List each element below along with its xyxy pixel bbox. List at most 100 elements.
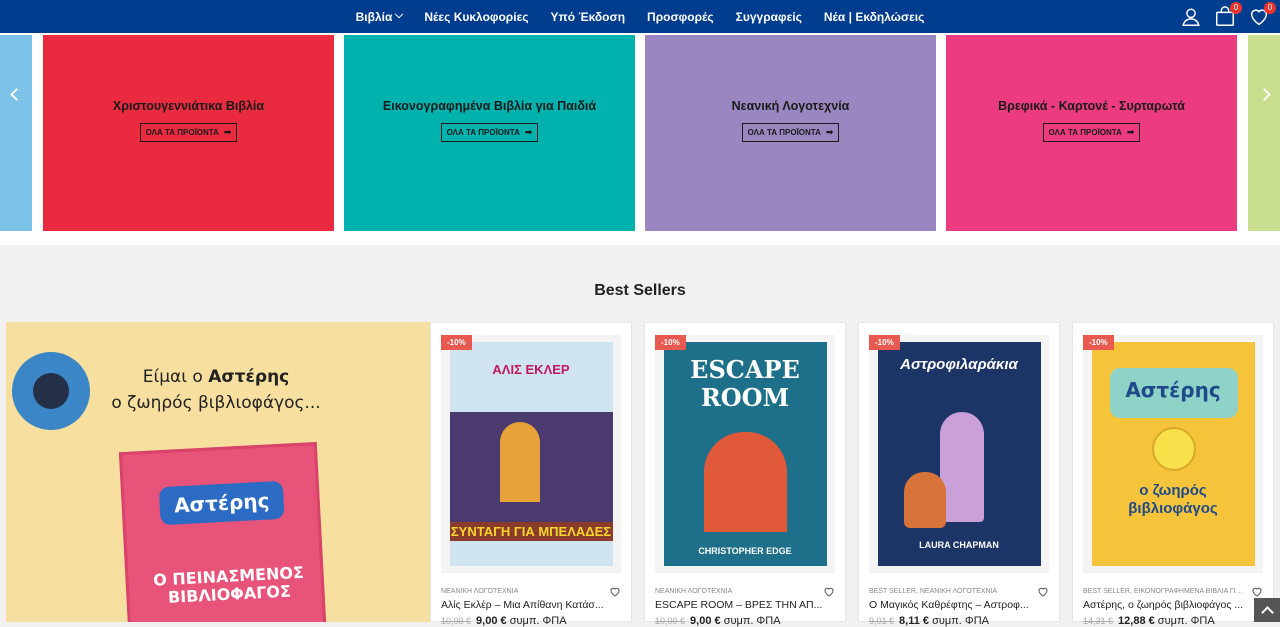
product-price: 10,00 € 9,00 € συμπ. ΦΠΑ <box>655 615 781 627</box>
category-tile-illustrated[interactable]: Εικονογραφημένα Βιβλία για Παιδιά ΟΛΑ ΤΑ… <box>344 35 635 231</box>
category-tile-baby[interactable]: Βρεφικά - Καρτονέ - Συρταρωτά ΟΛΑ ΤΑ ΠΡΟ… <box>946 35 1237 231</box>
chevron-down-icon <box>395 9 404 18</box>
current-price: 9,00 € <box>690 615 721 627</box>
wishlist-heart-icon[interactable] <box>1037 585 1049 597</box>
header-icons: 0 0 <box>1180 0 1276 33</box>
promo-name: Αστέρης <box>208 367 290 387</box>
product-price: 9,01 € 8,11 € συμπ. ΦΠΑ <box>869 615 989 627</box>
all-products-button[interactable]: ΟΛΑ ΤΑ ΠΡΟΪΟΝΤΑ ➡ <box>741 123 840 142</box>
button-label: ΟΛΑ ΤΑ ΠΡΟΪΟΝΤΑ <box>747 128 821 137</box>
promo-book-cover: Αστέρης Ο ΠΕΙΝΑΣΜΕΝΟΣ ΒΙΒΛΙΟΦΑΓΟΣ <box>118 441 328 622</box>
old-price: 9,01 € <box>869 616 895 626</box>
button-label: ΟΛΑ ΤΑ ΠΡΟΪΟΝΤΑ <box>1048 128 1122 137</box>
product-category[interactable]: BEST SELLER, ΝΕΑΝΙΚΗ ΛΟΓΟΤΕΧΝΙΑ <box>869 588 1029 595</box>
promo-book-subtitle: Ο ΠΕΙΝΑΣΜΕΝΟΣ ΒΙΒΛΙΟΦΑΓΟΣ <box>152 562 305 607</box>
cover-title-text: ESCAPE ROOM <box>690 355 800 412</box>
account-icon[interactable] <box>1180 6 1202 28</box>
old-price: 10,00 € <box>441 616 472 626</box>
product-card[interactable]: -10% ESCAPE ROOM CHRISTOPHER EDGE ΝΕΑΝΙΚ… <box>644 322 846 627</box>
product-image[interactable]: Αστροφιλαράκια LAURA CHAPMAN <box>869 335 1049 573</box>
product-card[interactable]: -10% ΑΛΙΣ ΕΚΛΕΡ ΣΥΝΤΑΓΗ ΓΙΑ ΜΠΕΛΑΔΕΣ ΝΕΑ… <box>430 322 632 627</box>
product-title[interactable]: Ο Μαγικός Καθρέφτης – Αστροφ... <box>869 599 1039 611</box>
category-title: Βρεφικά - Καρτονέ - Συρταρωτά <box>998 99 1185 113</box>
product-category[interactable]: ΝΕΑΝΙΚΗ ΛΟΓΟΤΕΧΝΙΑ <box>655 588 815 595</box>
category-tile-young-adult[interactable]: Νεανική Λογοτεχνία ΟΛΑ ΤΑ ΠΡΟΪΟΝΤΑ ➡ <box>645 35 936 231</box>
cover-author-text: LAURA CHAPMAN <box>919 540 999 550</box>
product-image[interactable]: ΑΛΙΣ ΕΚΛΕΡ ΣΥΝΤΑΓΗ ΓΙΑ ΜΠΕΛΑΔΕΣ <box>441 335 621 573</box>
current-price: 8,11 € <box>899 615 930 627</box>
product-category[interactable]: BEST SELLER, ΕΙΚΟΝΟΓΡΑΦΗΜΕΝΑ ΒΙΒΛΙΑ ΓΙΑ.… <box>1083 588 1243 595</box>
product-title[interactable]: Αστέρης, ο ζωηρός βιβλιοφάγος ... <box>1083 599 1253 611</box>
scroll-to-top-button[interactable] <box>1254 598 1280 622</box>
promo-banner[interactable]: Είμαι ο Αστέρης ο ζωηρός βιβλιοφάγος... … <box>6 322 430 622</box>
category-tile-christmas[interactable]: Χριστουγεννιάτικα Βιβλία ΟΛΑ ΤΑ ΠΡΟΪΟΝΤΑ… <box>43 35 334 231</box>
arrow-right-icon: ➡ <box>825 127 834 137</box>
arrow-right-icon: ➡ <box>524 127 533 137</box>
category-title: Χριστουγεννιάτικα Βιβλία <box>112 99 265 113</box>
seal-badge-icon <box>12 352 90 430</box>
discount-badge: -10% <box>1083 335 1114 350</box>
category-slider: Χριστουγεννιάτικα Βιβλία ΟΛΑ ΤΑ ΠΡΟΪΟΝΤΑ… <box>0 33 1280 245</box>
main-menu: Βιβλία Νέες Κυκλοφορίες Υπό Έκδοση Προσφ… <box>0 0 1280 33</box>
old-price: 10,00 € <box>655 616 686 626</box>
category-title: Νεανική Λογοτεχνία <box>731 99 850 113</box>
product-category[interactable]: ΝΕΑΝΙΚΗ ΛΟΓΟΤΕΧΝΙΑ <box>441 588 601 595</box>
cover-title-text: ΣΥΝΤΑΓΗ ΓΙΑ ΜΠΕΛΑΔΕΣ <box>449 522 613 541</box>
wishlist-heart-icon[interactable] <box>609 585 621 597</box>
all-products-button[interactable]: ΟΛΑ ΤΑ ΠΡΟΪΟΝΤΑ ➡ <box>139 123 238 142</box>
nav-item-offers[interactable]: Προσφορές <box>647 10 714 24</box>
promo-text: Είμαι ο Αστέρης ο ζωηρός βιβλιοφάγος... <box>106 364 326 416</box>
current-price: 12,88 € <box>1118 615 1155 627</box>
product-card[interactable]: -10% Αστέρης ο ζωηρός βιβλιοφάγος BEST S… <box>1072 322 1274 627</box>
tax-note: συμπ. ΦΠΑ <box>1157 615 1215 627</box>
arrow-right-icon: ➡ <box>223 127 232 137</box>
button-label: ΟΛΑ ΤΑ ΠΡΟΪΟΝΤΑ <box>446 128 520 137</box>
nav-item-upcoming[interactable]: Υπό Έκδοση <box>551 10 626 24</box>
cover-title-text: Αστροφιλαράκια <box>900 356 1018 373</box>
all-products-button[interactable]: ΟΛΑ ΤΑ ΠΡΟΪΟΝΤΑ ➡ <box>1042 123 1141 142</box>
slide-peek-right <box>1248 35 1280 231</box>
product-image[interactable]: Αστέρης ο ζωηρός βιβλιοφάγος <box>1083 335 1263 573</box>
old-price: 14,31 € <box>1083 616 1114 626</box>
wishlist-count-badge: 0 <box>1264 1 1276 14</box>
tax-note: συμπ. ΦΠΑ <box>723 615 781 627</box>
cover-top-text: Αστέρης <box>1125 378 1221 402</box>
nav-item-new-releases[interactable]: Νέες Κυκλοφορίες <box>424 10 528 24</box>
nav-item-books[interactable]: Βιβλία <box>355 9 404 24</box>
promo-line2: ο ζωηρός βιβλιοφάγος... <box>111 393 321 413</box>
current-price: 9,00 € <box>476 615 507 627</box>
tax-note: συμπ. ΦΠΑ <box>509 615 567 627</box>
cover-author-text: CHRISTOPHER EDGE <box>698 546 792 556</box>
nav-item-authors[interactable]: Συγγραφείς <box>736 10 802 24</box>
product-title[interactable]: Αλίς Εκλέρ – Μια Απίθανη Κατάσ... <box>441 599 611 611</box>
button-label: ΟΛΑ ΤΑ ΠΡΟΪΟΝΤΑ <box>145 128 219 137</box>
product-carousel: -10% ΑΛΙΣ ΕΚΛΕΡ ΣΥΝΤΑΓΗ ΓΙΑ ΜΠΕΛΑΔΕΣ ΝΕΑ… <box>430 322 1280 627</box>
product-image[interactable]: ESCAPE ROOM CHRISTOPHER EDGE <box>655 335 835 573</box>
wishlist-heart-icon[interactable] <box>823 585 835 597</box>
discount-badge: -10% <box>441 335 472 350</box>
wishlist-heart-icon[interactable] <box>1251 585 1263 597</box>
product-card[interactable]: -10% Αστροφιλαράκια LAURA CHAPMAN BEST S… <box>858 322 1060 627</box>
discount-badge: -10% <box>869 335 900 350</box>
section-title-best-sellers: Best Sellers <box>594 282 686 299</box>
product-price: 10,00 € 9,00 € συμπ. ΦΠΑ <box>441 615 567 627</box>
category-title: Εικονογραφημένα Βιβλία για Παιδιά <box>382 99 597 113</box>
tax-note: συμπ. ΦΠΑ <box>932 615 989 627</box>
product-price: 14,31 € 12,88 € συμπ. ΦΠΑ <box>1083 615 1215 627</box>
cart-icon[interactable]: 0 <box>1214 1 1242 28</box>
cart-count-badge: 0 <box>1230 1 1242 14</box>
nav-item-label: Βιβλία <box>355 9 393 24</box>
arrow-right-icon: ➡ <box>1126 127 1135 137</box>
promo-line1: Είμαι ο <box>142 367 203 387</box>
slide-peek-left <box>0 35 32 231</box>
all-products-button[interactable]: ΟΛΑ ΤΑ ΠΡΟΪΟΝΤΑ ➡ <box>440 123 539 142</box>
chevron-left-icon[interactable] <box>7 87 21 101</box>
chevron-right-icon[interactable] <box>1259 87 1273 101</box>
cover-title-text: ο ζωηρός βιβλιοφάγος <box>1128 482 1218 517</box>
cover-top-text: ΑΛΙΣ ΕΚΛΕΡ <box>492 362 570 377</box>
promo-book-title: Αστέρης <box>158 480 285 526</box>
nav-item-news-events[interactable]: Νέα | Εκδηλώσεις <box>824 10 925 24</box>
product-title[interactable]: ESCAPE ROOM – ΒΡΕΣ ΤΗΝ ΑΠ... <box>655 599 825 611</box>
top-navbar: Βιβλία Νέες Κυκλοφορίες Υπό Έκδοση Προσφ… <box>0 0 1280 33</box>
wishlist-heart-icon[interactable]: 0 <box>1248 1 1276 28</box>
